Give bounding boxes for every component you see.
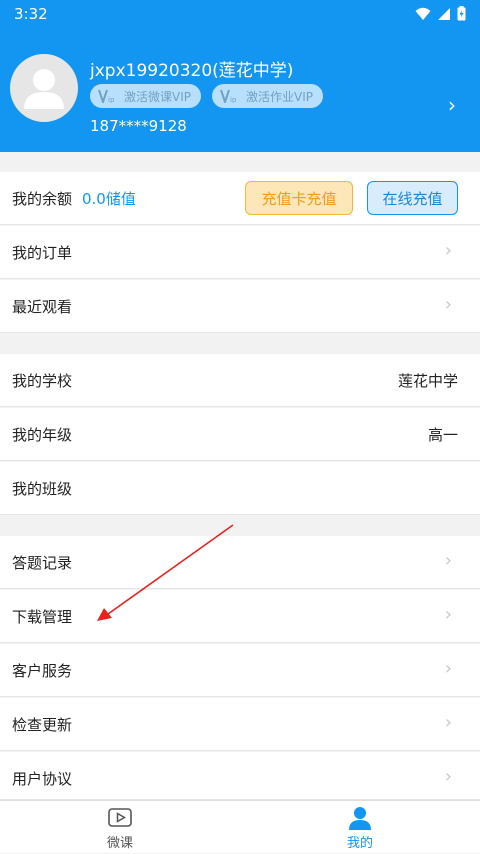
balance-label: 我的余额: [12, 190, 73, 208]
vip-weike-label: 激活微课VIP: [124, 89, 191, 104]
chevron-right-icon: ›: [444, 604, 452, 625]
chevron-right-icon: ›: [444, 550, 452, 571]
tab-weike[interactable]: 微课: [60, 801, 180, 854]
battery-icon: [457, 6, 466, 21]
tab-label: 微课: [106, 836, 133, 851]
wifi-icon: [415, 7, 431, 20]
class-label: 我的班级: [12, 480, 73, 498]
svg-text:ip: ip: [108, 96, 115, 103]
bottom-tab-bar: 微课 我的: [0, 800, 480, 853]
menu-item-label: 用户协议: [12, 770, 73, 788]
section-gap: [0, 152, 480, 172]
balance-value: 0.0储值: [82, 190, 136, 208]
chevron-right-icon: ›: [444, 658, 452, 679]
activate-weike-vip-button[interactable]: ip 激活微课VIP: [90, 84, 201, 108]
school-label: 我的学校: [12, 372, 73, 390]
avatar[interactable]: [10, 54, 78, 122]
menu-item-answer-records[interactable]: 答题记录 ›: [0, 536, 480, 589]
menu-item-label: 客户服务: [12, 662, 73, 680]
menu-item-check-update[interactable]: 检查更新 ›: [0, 698, 480, 751]
status-bar: 3:32: [0, 0, 480, 28]
vip-icon: ip: [98, 89, 115, 103]
menu-item-label: 下载管理: [12, 608, 73, 626]
menu-item-label: 答题记录: [12, 554, 73, 572]
person-icon: [349, 807, 371, 830]
tab-me[interactable]: 我的: [300, 801, 420, 854]
svg-text:ip: ip: [230, 96, 237, 103]
menu-item-user-agreement[interactable]: 用户协议 ›: [0, 752, 480, 800]
chevron-right-icon: ›: [444, 712, 452, 733]
vip-homework-label: 激活作业VIP: [246, 89, 313, 104]
activate-homework-vip-button[interactable]: ip 激活作业VIP: [212, 84, 323, 108]
tab-label: 我的: [346, 836, 373, 851]
chevron-right-icon: ›: [444, 294, 452, 315]
menu-item-label: 检查更新: [12, 716, 73, 734]
section-gap: [0, 516, 480, 536]
recharge-card-button[interactable]: 充值卡充值: [245, 181, 353, 215]
menu-item-label: 最近观看: [12, 298, 73, 316]
menu-item-orders[interactable]: 我的订单 ›: [0, 226, 480, 279]
menu-item-recent[interactable]: 最近观看 ›: [0, 280, 480, 333]
class-row[interactable]: 我的班级: [0, 462, 480, 515]
signal-icon: [438, 7, 450, 20]
grade-label: 我的年级: [12, 426, 73, 444]
username: jxpx19920320(莲花中学): [90, 61, 294, 81]
phone-number: 187****9128: [90, 117, 187, 135]
vip-icon: ip: [220, 89, 237, 103]
video-play-icon: [108, 808, 132, 827]
status-icons: [415, 6, 466, 21]
menu-item-download-manager[interactable]: 下载管理 ›: [0, 590, 480, 643]
section-gap: [0, 334, 480, 354]
menu-item-label: 我的订单: [12, 244, 73, 262]
avatar-icon: [24, 69, 64, 109]
grade-value: 高一: [427, 426, 458, 444]
online-recharge-button[interactable]: 在线充值: [367, 181, 458, 215]
profile-header: 3:32 jxpx19920320(莲花中学) ip 激活微课VIP ip 激活…: [0, 0, 480, 152]
school-value: 莲花中学: [397, 372, 458, 390]
status-time: 3:32: [14, 5, 48, 23]
school-row[interactable]: 我的学校 莲花中学: [0, 354, 480, 407]
grade-row[interactable]: 我的年级 高一: [0, 408, 480, 461]
chevron-right-icon: ›: [444, 240, 452, 261]
chevron-right-icon[interactable]: ›: [448, 93, 456, 117]
balance-row: 我的余额 0.0储值 充值卡充值 在线充值: [0, 172, 480, 225]
chevron-right-icon: ›: [444, 766, 452, 787]
menu-item-customer-service[interactable]: 客户服务 ›: [0, 644, 480, 697]
